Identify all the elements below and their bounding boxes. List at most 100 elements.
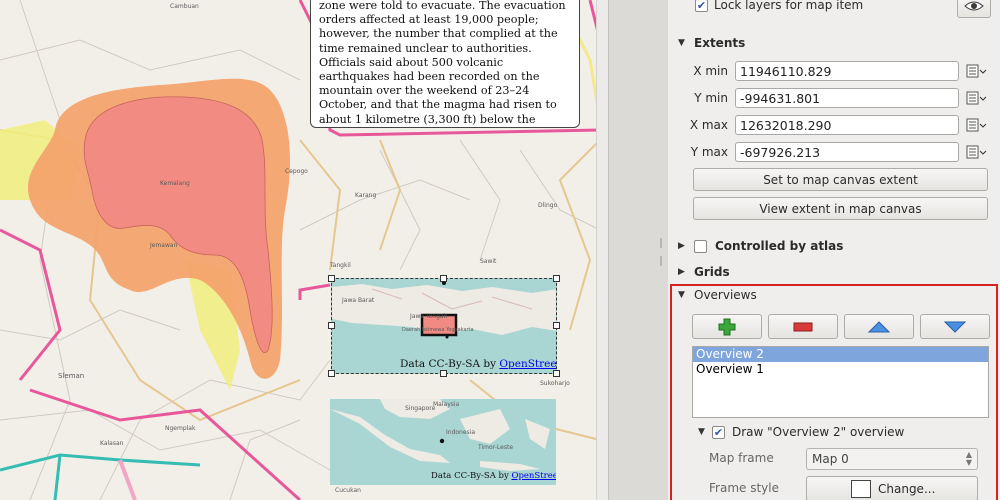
- controlled-by-atlas-label: Controlled by atlas: [715, 239, 844, 253]
- remove-overview-button[interactable]: [768, 314, 838, 339]
- composer-text-box[interactable]: zone were told to evacuate. The evacuati…: [310, 0, 580, 128]
- resize-handle[interactable]: [553, 322, 560, 329]
- map-frame-label: Map frame: [709, 451, 774, 465]
- map-frame-value: Map 0: [812, 452, 849, 466]
- data-defined-button[interactable]: [965, 142, 987, 162]
- collapse-triangle-icon: ▼: [698, 427, 705, 437]
- data-defined-button[interactable]: [965, 61, 987, 81]
- overview-list[interactable]: Overview 2 Overview 1: [692, 346, 989, 418]
- data-defined-icon: [966, 91, 987, 105]
- place-label: Kalasan: [100, 440, 124, 447]
- list-item[interactable]: Overview 2: [693, 347, 988, 362]
- draw-overview-checkbox[interactable]: ✔: [712, 425, 725, 439]
- place-label: Karang: [355, 192, 377, 199]
- change-button-label: Change...: [878, 482, 936, 496]
- grids-heading: Grids: [694, 265, 730, 279]
- overview-2-credit: Data CC-By-SA by OpenStreetMap: [431, 471, 556, 481]
- place-label: Sleman: [58, 372, 85, 380]
- lock-layers-label: Lock layers for map item: [714, 0, 864, 12]
- lock-layers-checkbox[interactable]: ✔: [695, 0, 708, 12]
- draw-overview-label: Draw "Overview 2" overview: [732, 425, 905, 439]
- place-label: Cucukan: [335, 487, 361, 494]
- collapse-triangle-icon: ▼: [678, 38, 685, 48]
- minus-icon: [793, 322, 813, 331]
- overviews-heading: Overviews: [694, 288, 757, 302]
- resize-handle[interactable]: [553, 275, 560, 282]
- resize-handle[interactable]: [328, 275, 335, 282]
- resize-handle[interactable]: [553, 370, 560, 377]
- eye-icon: [964, 1, 984, 11]
- frame-style-label: Frame style: [709, 481, 779, 495]
- place-label: Cepogo: [285, 168, 308, 175]
- splitter-grip: [660, 238, 662, 248]
- overview-label: Singapore: [405, 405, 436, 412]
- resize-handle[interactable]: [440, 370, 447, 377]
- ymin-field[interactable]: -994631.801: [735, 88, 959, 108]
- atlas-header[interactable]: ▶ Controlled by atlas: [678, 239, 843, 253]
- data-defined-icon: [966, 64, 987, 78]
- move-overview-down-button[interactable]: [920, 314, 990, 339]
- overview-map-1[interactable]: Jawa Barat Jawa Tengah Daerah Istimewa Y…: [331, 278, 557, 374]
- place-label: Dlingo: [538, 202, 558, 209]
- xmax-label: X max: [689, 118, 728, 132]
- expand-triangle-icon: ▶: [678, 241, 685, 251]
- textbox-text: zone were told to evacuate. The evacuati…: [319, 0, 566, 127]
- style-preview-icon: [851, 480, 871, 498]
- view-extent-button[interactable]: View extent in map canvas: [693, 197, 988, 220]
- data-defined-button[interactable]: [965, 115, 987, 135]
- overview-label: Jawa Barat: [342, 297, 375, 304]
- resize-handle[interactable]: [328, 322, 335, 329]
- canvas-scrollbar[interactable]: [596, 0, 608, 500]
- openstreetmap-link[interactable]: OpenStreetMap: [511, 471, 556, 481]
- frame-style-change-button[interactable]: Change...: [806, 476, 978, 500]
- extents-header[interactable]: ▼ Extents: [678, 36, 745, 50]
- overview-label: Jawa Tengah: [410, 313, 448, 320]
- visibility-presets-button[interactable]: [957, 0, 991, 18]
- xmin-label: X min: [693, 64, 728, 78]
- draw-overview-header[interactable]: ▼ ✔ Draw "Overview 2" overview: [698, 425, 904, 439]
- place-label: Tangkil: [330, 262, 351, 269]
- extents-heading: Extents: [694, 36, 746, 50]
- place-label: Sukoharjo: [540, 380, 570, 387]
- place-label: Kemalang: [160, 180, 190, 187]
- collapse-triangle-icon: ▼: [678, 290, 685, 300]
- ymax-field[interactable]: -697926.213: [735, 142, 959, 162]
- move-overview-up-button[interactable]: [844, 314, 914, 339]
- set-to-canvas-extent-button[interactable]: Set to map canvas extent: [693, 168, 988, 191]
- add-overview-button[interactable]: [692, 314, 762, 339]
- splitter-grip: [660, 256, 662, 266]
- overviews-header[interactable]: ▼ Overviews: [678, 288, 757, 302]
- ymin-label: Y min: [694, 91, 728, 105]
- panel-splitter[interactable]: [608, 0, 668, 500]
- data-defined-icon: [966, 145, 987, 159]
- ymax-label: Y max: [690, 145, 728, 159]
- data-defined-button[interactable]: [965, 88, 987, 108]
- overview-1-credit: Data CC-By-SA by OpenStreetMap: [400, 358, 556, 370]
- map-canvas[interactable]: Cambuan Cepogo Sleman Karang Dlingo Tang…: [0, 0, 608, 500]
- arrow-up-icon: [868, 320, 890, 332]
- overview-map-2[interactable]: Singapore Malaysia Indonesia Timor-Leste…: [330, 399, 556, 485]
- openstreetmap-link[interactable]: OpenStreetMap: [499, 358, 556, 370]
- xmax-field[interactable]: 12632018.290: [735, 115, 959, 135]
- place-label: Cambuan: [170, 3, 199, 10]
- resize-handle[interactable]: [328, 370, 335, 377]
- place-label: Jemawan: [150, 242, 178, 249]
- place-label: Sawit: [480, 258, 497, 265]
- arrow-down-icon: [944, 321, 966, 333]
- grids-header[interactable]: ▶ Grids: [678, 265, 730, 279]
- resize-handle[interactable]: [440, 275, 447, 282]
- controlled-by-atlas-checkbox[interactable]: [694, 239, 707, 253]
- spinner-arrows-icon: ▲ ▼: [965, 450, 972, 467]
- place-label: Ngemplak: [165, 425, 196, 432]
- map-frame-select[interactable]: Map 0 ▲ ▼: [806, 448, 978, 470]
- overview-label: Malaysia: [433, 401, 460, 408]
- expand-triangle-icon: ▶: [678, 267, 685, 277]
- data-defined-icon: [966, 118, 987, 132]
- overview-label: Timor-Leste: [478, 444, 514, 451]
- xmin-field[interactable]: 11946110.829: [735, 61, 959, 81]
- overview-label: Daerah Istimewa Yogyakarta: [402, 327, 474, 333]
- list-item[interactable]: Overview 1: [693, 362, 988, 377]
- plus-icon: [718, 318, 736, 335]
- overview-label: Indonesia: [446, 429, 476, 436]
- lock-layers-row: ✔ Lock layers for map item: [695, 0, 863, 12]
